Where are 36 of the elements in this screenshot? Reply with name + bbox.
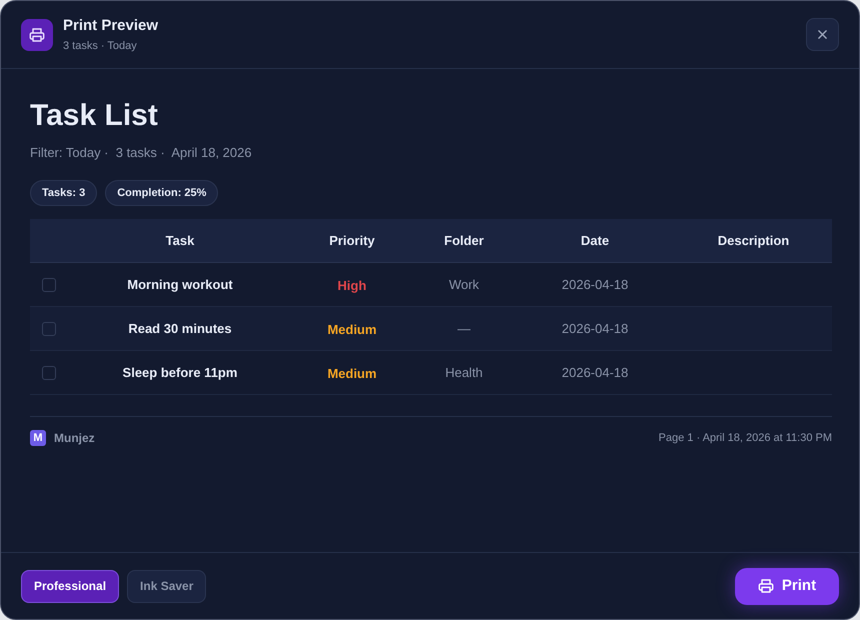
printer-icon: [758, 578, 774, 594]
column-header: Date: [580, 232, 610, 250]
page-info: Page 1 · April 18, 2026 at 11:30 PM: [658, 431, 832, 446]
summary-chip: Completion: 25%: [105, 180, 218, 206]
folder-name: Work: [448, 276, 480, 294]
task-name: Sleep before 11pm: [122, 364, 238, 382]
task-name: Morning workout: [127, 276, 233, 294]
column-header: Priority: [329, 232, 375, 250]
brand-name: Munjez: [54, 430, 95, 446]
close-button[interactable]: [806, 18, 839, 51]
checkbox[interactable]: [42, 366, 56, 380]
column-header: Folder: [444, 232, 484, 250]
folder-name: —: [458, 320, 470, 338]
priority-label: High: [338, 276, 366, 295]
print-button[interactable]: Print: [735, 568, 839, 604]
folder-name: Health: [445, 364, 483, 382]
theme-button[interactable]: Professional: [21, 570, 120, 602]
checkbox[interactable]: [42, 278, 56, 292]
date-text: 2026-04-18: [562, 276, 628, 294]
printer-icon: [21, 18, 53, 50]
theme-button[interactable]: Ink Saver: [127, 570, 206, 602]
dialog-subtitle: 3 tasks · Today: [63, 38, 138, 52]
task-name: Read 30 minutes: [128, 320, 232, 338]
close-icon: [818, 30, 827, 39]
dialog-title: Print Preview: [63, 16, 158, 34]
priority-label: Medium: [327, 320, 377, 339]
checkbox[interactable]: [42, 322, 56, 336]
column-header: Description: [718, 232, 790, 250]
column-header: Task: [166, 232, 194, 250]
document-title: Task List: [30, 98, 159, 134]
brand-logo: M: [30, 430, 46, 446]
document-meta: Filter: Today · 3 tasks · April 18, 2026: [30, 144, 253, 162]
date-text: 2026-04-18: [562, 320, 628, 338]
priority-label: Medium: [327, 364, 377, 383]
date-text: 2026-04-18: [562, 364, 628, 382]
summary-chip: Tasks: 3: [30, 180, 98, 206]
